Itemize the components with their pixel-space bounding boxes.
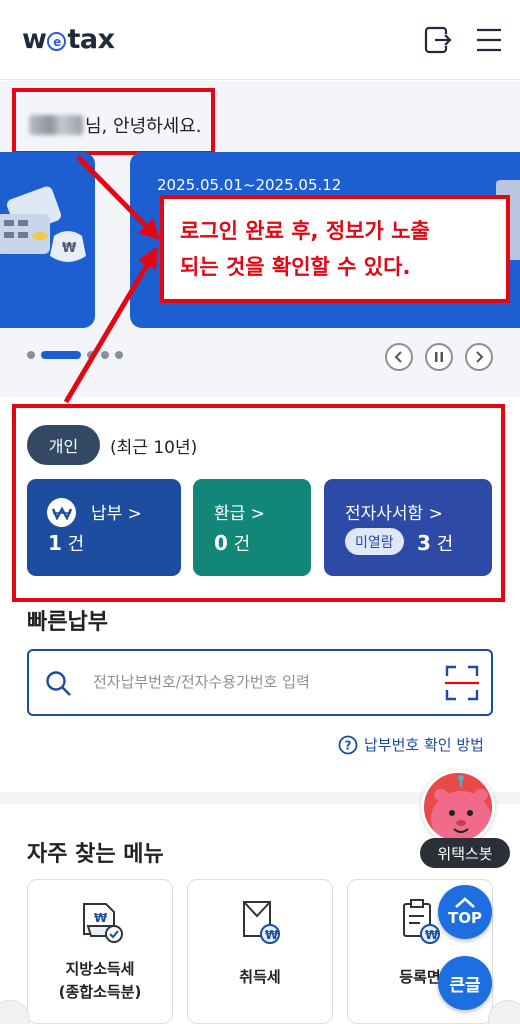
quick-pay-search-box [27,649,493,716]
app-header: w e tax [0,0,520,80]
carousel-dot[interactable] [115,351,123,359]
svg-text:₩: ₩ [62,241,77,256]
taxpayer-type-pill[interactable]: 개인 [27,425,100,465]
logout-icon [424,26,452,54]
svg-text:?: ? [345,738,352,752]
large-text-button[interactable]: 큰글 [438,956,492,1010]
greeting-suffix: 님, 안녕하세요. [85,116,202,137]
carousel-dot[interactable] [87,351,95,359]
carousel-dot[interactable] [27,351,35,359]
frequent-menu-title: 자주 찾는 메뉴 [27,842,164,867]
blurred-user-name [29,115,83,135]
payment-number-input[interactable] [93,673,423,691]
chevron-left-icon [394,351,402,363]
greeting-text: 님, 안녕하세요. [29,112,202,138]
search-icon[interactable] [45,670,73,698]
refund-card[interactable]: 환급 > 0 건 [193,479,311,576]
callout-line-1: 로그인 완료 후, 정보가 노출 [180,219,430,243]
payment-card-count: 1 건 [48,531,85,555]
document-won-icon: ₩ [83,903,123,943]
chatbot-mascot-icon [431,775,491,841]
status-period-label: (최근 10년) [110,438,198,458]
logo-e-circle: e [47,32,67,51]
scroll-to-top-label: TOP [448,909,482,927]
payment-terminal-illustration: ₩ [0,186,86,262]
wetax-logo[interactable]: w e tax [22,24,115,55]
scroll-to-top-button[interactable]: TOP [438,885,492,939]
payment-card[interactable]: 납부 > 1 건 [27,479,181,576]
refund-card-title: 환급 > [214,504,265,524]
won-icon [47,498,76,527]
pause-icon [435,352,443,362]
svg-text:₩: ₩ [265,928,279,942]
scan-barcode-icon[interactable] [445,665,479,701]
svg-text:₩: ₩ [425,928,439,942]
chatbot-button[interactable] [421,770,495,844]
e-mailbox-card-count: 3 건 [417,531,454,555]
logout-button[interactable] [422,24,454,56]
svg-text:₩: ₩ [94,911,108,925]
banner-date-range: 2025.05.01~2025.05.12 [157,176,342,194]
menu-card-local-income-tax[interactable]: ₩ 지방소득세 (종합소득분) [27,879,173,1024]
carousel-prev-button[interactable] [385,343,413,371]
callout-line-2: 되는 것을 확인할 수 있다. [180,255,411,279]
e-mailbox-card-title: 전자사서함 > [345,504,443,524]
menu-card-label: 지방소득세 (종합소득분) [58,960,142,1001]
chevron-up-icon [455,897,475,908]
logo-text-suffix: tax [67,24,115,55]
help-link-label: 납부번호 확인 방법 [364,736,484,754]
menu-scroll-left-button[interactable] [0,1000,30,1024]
hamburger-menu-button[interactable] [474,24,506,56]
annotation-callout: 로그인 완료 후, 정보가 노출 되는 것을 확인할 수 있다. [160,195,510,303]
chatbot-label[interactable]: 위택스봇 [420,838,510,868]
logo-text-prefix: w [22,24,47,55]
quick-pay-title: 빠른납부 [27,610,108,635]
menu-card-acquisition-tax[interactable]: ₩ 취득세 [187,879,333,1024]
carousel-pause-button[interactable] [425,343,453,371]
question-circle-icon: ? [338,735,358,754]
banner-slide-previous[interactable]: ₩ [0,152,95,328]
carousel-next-button[interactable] [465,343,493,371]
hamburger-menu-icon [477,28,501,52]
envelope-won-icon: ₩ [243,901,280,944]
payment-card-title: 납부 > [91,504,142,524]
menu-card-label: 취득세 [239,968,281,986]
carousel-dot-active[interactable] [41,351,81,359]
chevron-right-icon [476,351,484,363]
carousel-indicators [27,351,123,359]
carousel-dot[interactable] [101,351,109,359]
unread-badge: 미열람 [345,528,404,555]
payment-number-help-link[interactable]: ? 납부번호 확인 방법 [338,734,484,755]
e-mailbox-card[interactable]: 전자사서함 > 미열람 3 건 [324,479,492,576]
refund-card-count: 0 건 [214,531,251,555]
